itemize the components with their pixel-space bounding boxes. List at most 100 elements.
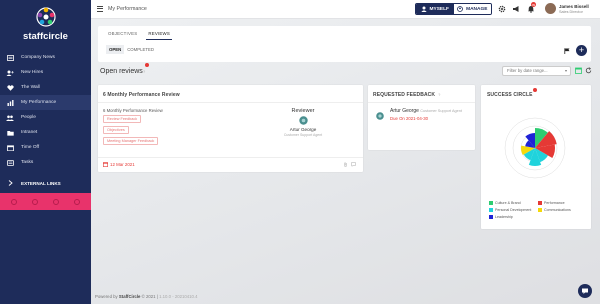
myself-label: MYSELF — [429, 6, 449, 12]
chat-button[interactable] — [578, 284, 592, 298]
quick-links-bar — [0, 193, 91, 210]
tab-reviews[interactable]: REVIEWS — [146, 31, 172, 40]
calendar-icon — [6, 144, 14, 152]
view-toggle: MYSELF MANAGE — [415, 3, 492, 15]
tab-open[interactable]: OPEN — [106, 44, 125, 54]
divider — [368, 102, 475, 103]
success-circle-title: SUCCESS CIRCLE — [487, 92, 533, 98]
manage-button[interactable]: MANAGE — [453, 4, 491, 14]
myself-button[interactable]: MYSELF — [416, 4, 454, 14]
user-plus-icon — [6, 69, 14, 77]
footer-prefix: Powered by — [95, 294, 118, 299]
reviewer-avatar — [298, 116, 308, 125]
legend-swatch — [538, 201, 542, 205]
flag-icon[interactable] — [564, 48, 570, 54]
notification-badge: 99 — [531, 2, 536, 7]
requested-feedback-item[interactable]: Artur George Customer Support Agent — [390, 108, 462, 114]
sidebar-item-new-hires[interactable]: New Hires — [0, 65, 91, 80]
legend-swatch — [489, 215, 493, 219]
sidebar-item-the-wall[interactable]: The Wall — [0, 80, 91, 95]
sidebar-item-time-off[interactable]: Time Off — [0, 140, 91, 155]
objectives-pill[interactable]: Objectives — [103, 126, 129, 134]
calendar-icon — [103, 162, 108, 167]
review-subtitle: 6 Monthly Performance Review — [103, 108, 163, 113]
legend-label: Performance — [544, 201, 565, 205]
help-icon[interactable]: ? — [438, 92, 440, 98]
reviewer-block: Reviewer Artur George Customer Support A… — [258, 108, 348, 137]
footer-copyright: © 2021 — [141, 294, 156, 299]
requester-name: Artur George — [390, 108, 419, 114]
external-links-toggle[interactable]: EXTERNAL LINKS — [0, 176, 91, 190]
top-bar: My Performance MYSELF MANAGE 99 James Bi… — [91, 0, 600, 19]
sidebar-nav: Company News New Hires The Wall My Perfo… — [0, 50, 91, 170]
gear-icon[interactable] — [498, 5, 506, 13]
sidebar: staffcircle Company News New Hires The W… — [0, 0, 91, 304]
staffcircle-logo — [35, 6, 57, 28]
megaphone-icon[interactable] — [512, 5, 520, 13]
review-date: 12 Mar 2021 — [103, 162, 135, 167]
quick-link-icon[interactable] — [32, 198, 39, 205]
sidebar-item-tasks[interactable]: Tasks — [0, 155, 91, 170]
sidebar-item-label: Tasks — [21, 160, 34, 165]
folder-icon — [6, 129, 14, 137]
add-review-button[interactable]: + — [576, 45, 587, 56]
date-range-filter[interactable]: Filter by date range... ▾ — [502, 66, 571, 76]
sidebar-item-label: The Wall — [21, 85, 40, 90]
chart-icon — [6, 99, 14, 107]
legend-swatch — [489, 201, 493, 205]
chat-icon — [582, 288, 588, 294]
refresh-icon[interactable] — [585, 67, 592, 74]
legend-communications: Communications — [538, 208, 571, 212]
user-role: Sales Director — [559, 10, 583, 14]
sidebar-item-label: People — [21, 115, 36, 120]
review-card[interactable]: 6 Monthly Performance Review 6 Monthly P… — [98, 85, 363, 172]
chevron-down-icon: ▾ — [564, 68, 567, 73]
tabs-panel: OBJECTIVES REVIEWS OPEN COMPLETED + — [98, 26, 591, 62]
quick-link-icon[interactable] — [73, 198, 80, 205]
footer-brand[interactable]: StaffCircle — [119, 294, 141, 299]
sidebar-item-label: New Hires — [21, 70, 44, 75]
requested-due-date: Due On 2021-04-30 — [390, 116, 428, 121]
sidebar-item-intranet[interactable]: Intranet — [0, 125, 91, 140]
review-card-title: 6 Monthly Performance Review — [103, 92, 180, 98]
sidebar-item-label: Time Off — [21, 145, 40, 150]
success-circle-card: SUCCESS CIRCLE Culture & Brand Performan… — [481, 85, 591, 229]
requester-role: Customer Support Agent — [420, 109, 462, 113]
requester-avatar — [376, 112, 384, 120]
help-icon[interactable]: ? — [143, 69, 145, 74]
reviewer-role: Customer Support Agent — [283, 133, 323, 137]
review-date-text: 12 Mar 2021 — [110, 162, 135, 167]
meeting-manager-feedback-pill[interactable]: Meeting Manager Feedback — [103, 137, 159, 145]
page-title: My Performance — [108, 6, 147, 12]
brand[interactable]: staffcircle — [0, 6, 91, 42]
main-content: OBJECTIVES REVIEWS OPEN COMPLETED + Open… — [91, 19, 600, 304]
reviewer-name: Artur George — [289, 127, 317, 132]
newspaper-icon — [6, 54, 14, 62]
attachment-icon[interactable] — [343, 162, 348, 167]
status-dot — [533, 88, 537, 92]
reviewer-label: Reviewer — [291, 108, 315, 114]
legend-culture-brand: Culture & Brand — [489, 201, 521, 205]
sidebar-item-my-performance[interactable]: My Performance — [0, 95, 91, 110]
open-reviews-title: Open reviews — [100, 68, 143, 75]
comment-icon[interactable] — [351, 162, 356, 167]
legend-label: Communications — [544, 208, 571, 212]
external-links-label: EXTERNAL LINKS — [21, 180, 61, 186]
calendar-icon[interactable] — [575, 67, 582, 74]
secondary-tabs: OPEN COMPLETED — [106, 44, 157, 54]
sidebar-item-company-news[interactable]: Company News — [0, 50, 91, 65]
team-icon — [457, 6, 463, 12]
menu-icon[interactable] — [97, 6, 103, 13]
tab-objectives[interactable]: OBJECTIVES — [106, 31, 139, 40]
review-feedback-pill[interactable]: Review Feedback — [103, 115, 142, 123]
quick-link-icon[interactable] — [11, 198, 18, 205]
sidebar-item-people[interactable]: People — [0, 110, 91, 125]
tab-completed[interactable]: COMPLETED — [124, 45, 157, 54]
divider — [98, 102, 363, 103]
review-sections: Review Feedback Objectives Meeting Manag… — [103, 115, 159, 148]
quick-link-icon[interactable] — [52, 198, 59, 205]
sidebar-item-label: Intranet — [21, 130, 38, 135]
requested-feedback-title: REQUESTED FEEDBACK — [373, 92, 436, 98]
manage-label: MANAGE — [466, 6, 488, 12]
footer-version: 1.10.0 - 20210410.4 — [159, 294, 198, 299]
